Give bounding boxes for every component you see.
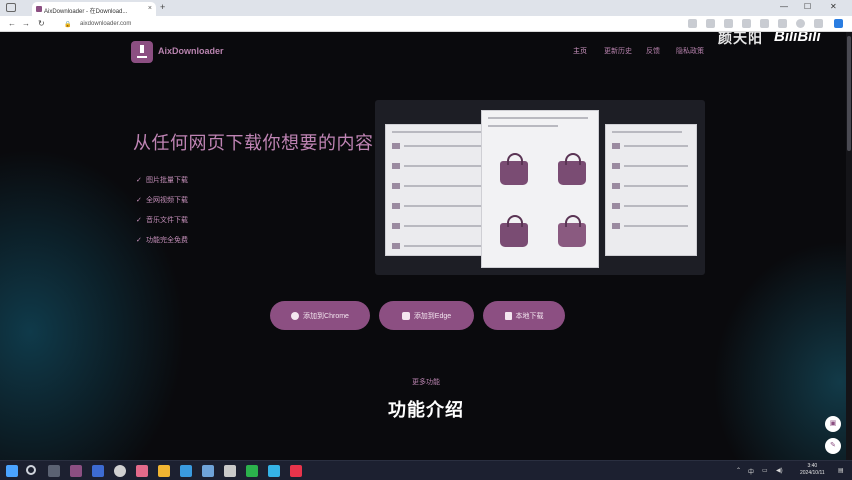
handbag-thumbnail [500, 215, 528, 247]
section-subtitle: 更多功能 [412, 379, 440, 386]
new-tab-button[interactable]: + [160, 2, 165, 12]
downloads-icon[interactable] [778, 19, 787, 28]
profile-avatar[interactable] [796, 19, 805, 28]
window-close-icon[interactable]: ✕ [830, 2, 837, 11]
network-icon[interactable]: ▭ [762, 467, 768, 474]
logo-icon[interactable] [131, 41, 153, 63]
site-favicon-icon [36, 6, 42, 12]
nav-feedback[interactable]: 反馈 [646, 46, 660, 56]
minimize-icon[interactable]: — [780, 2, 788, 11]
edge-icon [401, 311, 410, 320]
add-to-edge-button[interactable]: 添加到Edge [379, 301, 474, 330]
app-icon[interactable] [290, 465, 302, 477]
logo-text[interactable]: AixDownloader [158, 46, 224, 56]
app-icon[interactable] [92, 465, 104, 477]
browser-tab-bar: AixDownloader - 在Download... × + — ☐ ✕ [0, 0, 852, 16]
collections-icon[interactable] [760, 19, 769, 28]
download-icon [504, 311, 512, 320]
section-title: 功能介绍 [388, 400, 464, 420]
task-view-icon[interactable] [48, 465, 60, 477]
tab-title: AixDownloader - 在Download... [44, 9, 128, 15]
edge-taskbar-icon[interactable] [180, 465, 192, 477]
wechat-icon[interactable] [246, 465, 258, 477]
tab-actions-icon[interactable] [6, 3, 16, 12]
input-language[interactable]: 中 [748, 467, 754, 476]
system-clock[interactable]: 3:40 2024/10/11 [800, 463, 825, 477]
add-to-chrome-button[interactable]: 添加到Chrome [270, 301, 370, 330]
scrollbar-thumb[interactable] [847, 36, 851, 151]
maximize-icon[interactable]: ☐ [804, 2, 811, 11]
chat-float-button[interactable]: ▣ [825, 416, 841, 432]
handbag-thumbnail [558, 215, 586, 247]
handbag-thumbnail [500, 153, 528, 185]
read-aloud-icon[interactable] [688, 19, 697, 28]
handbag-thumbnail [558, 153, 586, 185]
browser-tab[interactable]: AixDownloader - 在Download... × [32, 2, 156, 16]
watermark-name: 颜天阳 [718, 32, 763, 46]
app-icon[interactable] [70, 465, 82, 477]
check-icon: ✓ [136, 197, 142, 204]
nav-update-history[interactable]: 更新历史 [604, 46, 632, 56]
app-icon[interactable] [136, 465, 148, 477]
screenshot-panel-right [605, 124, 697, 256]
tab-close-icon[interactable]: × [148, 5, 152, 12]
feature-item: ✓ 音乐文件下载 [136, 217, 188, 224]
screenshot-panel-center [481, 110, 599, 268]
hero-title: 从任何网页下载你想要的内容 [133, 133, 374, 153]
chrome-icon [291, 311, 300, 320]
check-icon: ✓ [136, 177, 142, 184]
url-text: aixdownloader.com [80, 21, 132, 27]
check-icon: ✓ [136, 237, 142, 244]
nav-home[interactable]: 主页 [573, 46, 587, 56]
product-screenshot [375, 100, 705, 275]
back-icon[interactable]: ← [8, 19, 16, 28]
split-screen-icon[interactable] [742, 19, 751, 28]
refresh-icon[interactable]: ↻ [38, 19, 45, 28]
lock-icon: 🔒 [64, 22, 72, 28]
feedback-float-button[interactable]: ✎ [825, 438, 841, 454]
windows-taskbar: ⌃ 中 ▭ ◀) 3:40 2024/10/11 ▤ [0, 460, 852, 480]
settings-menu-icon[interactable] [814, 19, 823, 28]
nav-privacy-policy[interactable]: 隐私政策 [676, 46, 704, 56]
app-icon[interactable] [268, 465, 280, 477]
start-menu-icon[interactable] [6, 465, 18, 477]
tray-chevron-icon[interactable]: ⌃ [736, 467, 741, 474]
url-field[interactable]: 🔒 aixdownloader.com [58, 19, 658, 30]
copilot-icon[interactable] [834, 19, 843, 28]
feature-item: ✓ 功能完全免费 [136, 237, 188, 244]
app-icon[interactable] [202, 465, 214, 477]
page-content: AixDownloader 主页 更新历史 反馈 隐私政策 颜天阳 BiliBi… [0, 32, 852, 460]
extensions-icon[interactable] [724, 19, 733, 28]
forward-icon[interactable]: → [22, 19, 30, 28]
volume-icon[interactable]: ◀) [776, 467, 783, 474]
notification-icon[interactable]: ▤ [838, 467, 844, 474]
check-icon: ✓ [136, 217, 142, 224]
app-icon[interactable] [224, 465, 236, 477]
favorites-icon[interactable] [706, 19, 715, 28]
search-icon[interactable] [26, 465, 36, 475]
feature-item: ✓ 全网视频下载 [136, 197, 188, 204]
app-icon[interactable] [114, 465, 126, 477]
address-bar-row: ← → ↻ 🔒 aixdownloader.com [0, 16, 852, 32]
local-download-button[interactable]: 本地下载 [483, 301, 565, 330]
folder-icon[interactable] [158, 465, 170, 477]
feature-item: ✓ 图片批量下载 [136, 177, 188, 184]
bilibili-watermark: BiliBili [774, 32, 821, 45]
